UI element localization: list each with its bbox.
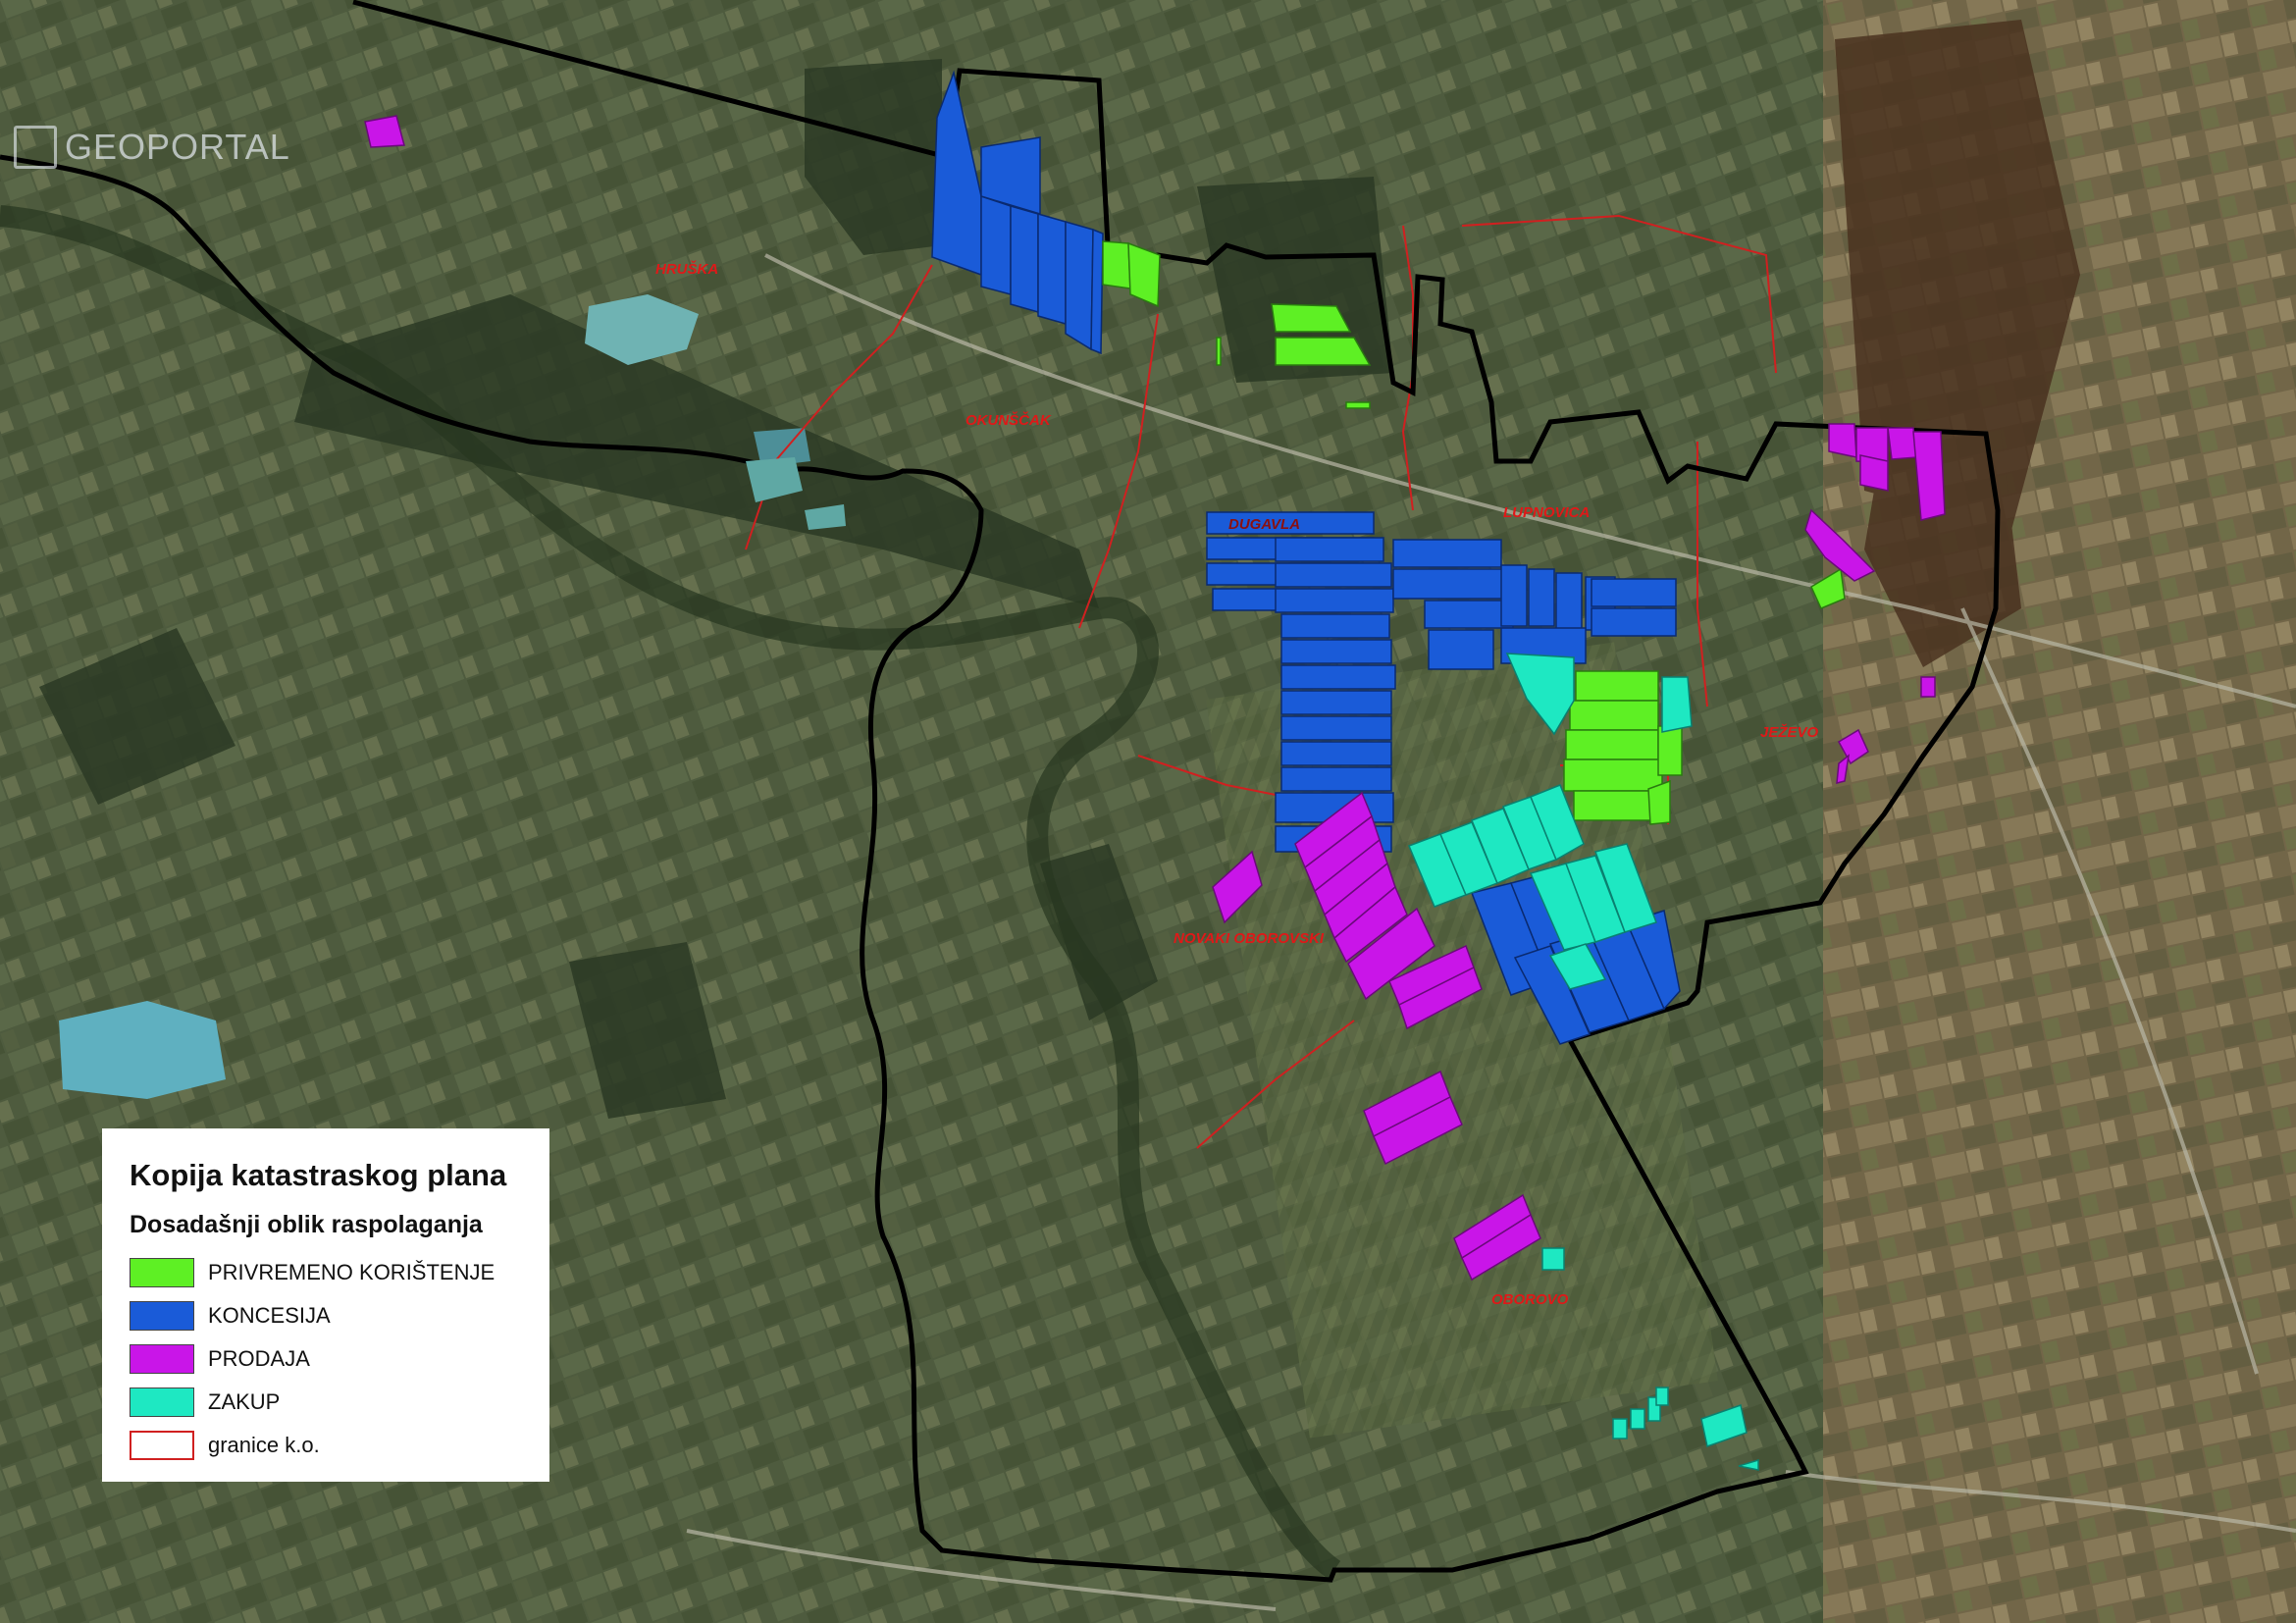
place-label-dugavla: DUGAVLA [1228, 516, 1301, 533]
legend-item-granice: granice k.o. [130, 1424, 522, 1467]
watermark: GEOPORTAL [14, 126, 290, 169]
legend-item-privremeno: PRIVREMENO KORIŠTENJE [130, 1251, 522, 1294]
legend-label: PRODAJA [208, 1346, 310, 1371]
geoportal-logo-icon [14, 126, 57, 169]
outline-swatch-icon [130, 1431, 194, 1460]
watermark-text: GEOPORTAL [65, 127, 290, 167]
place-label-oborovo: OBOROVO [1491, 1291, 1569, 1308]
place-label-hruska: HRUŠKA [655, 261, 719, 278]
legend-label: ZAKUP [208, 1389, 281, 1414]
map-legend: Kopija katastraskog plana Dosadašnji obl… [102, 1128, 549, 1482]
purple-swatch-icon [130, 1344, 194, 1374]
cyan-swatch-icon [130, 1387, 194, 1417]
place-label-novaki-oborovski: NOVAKI OBOROVSKI [1174, 930, 1325, 947]
place-label-jezevo: JEŽEVO [1760, 724, 1819, 741]
green-swatch-icon [130, 1258, 194, 1287]
legend-item-prodaja: PRODAJA [130, 1337, 522, 1381]
legend-label: PRIVREMENO KORIŠTENJE [208, 1260, 496, 1284]
legend-item-zakup: ZAKUP [130, 1381, 522, 1424]
legend-label: granice k.o. [208, 1433, 320, 1457]
legend-subtitle: Dosadašnji oblik raspolaganja [130, 1211, 483, 1238]
legend-label: KONCESIJA [208, 1303, 331, 1328]
legend-item-koncesija: KONCESIJA [130, 1294, 522, 1337]
blue-swatch-icon [130, 1301, 194, 1331]
place-label-lupnovica: LUPNOVICA [1503, 504, 1591, 521]
place-label-okunscak: OKUNŠČAK [965, 412, 1051, 429]
legend-title: Kopija katastraskog plana [130, 1158, 507, 1192]
